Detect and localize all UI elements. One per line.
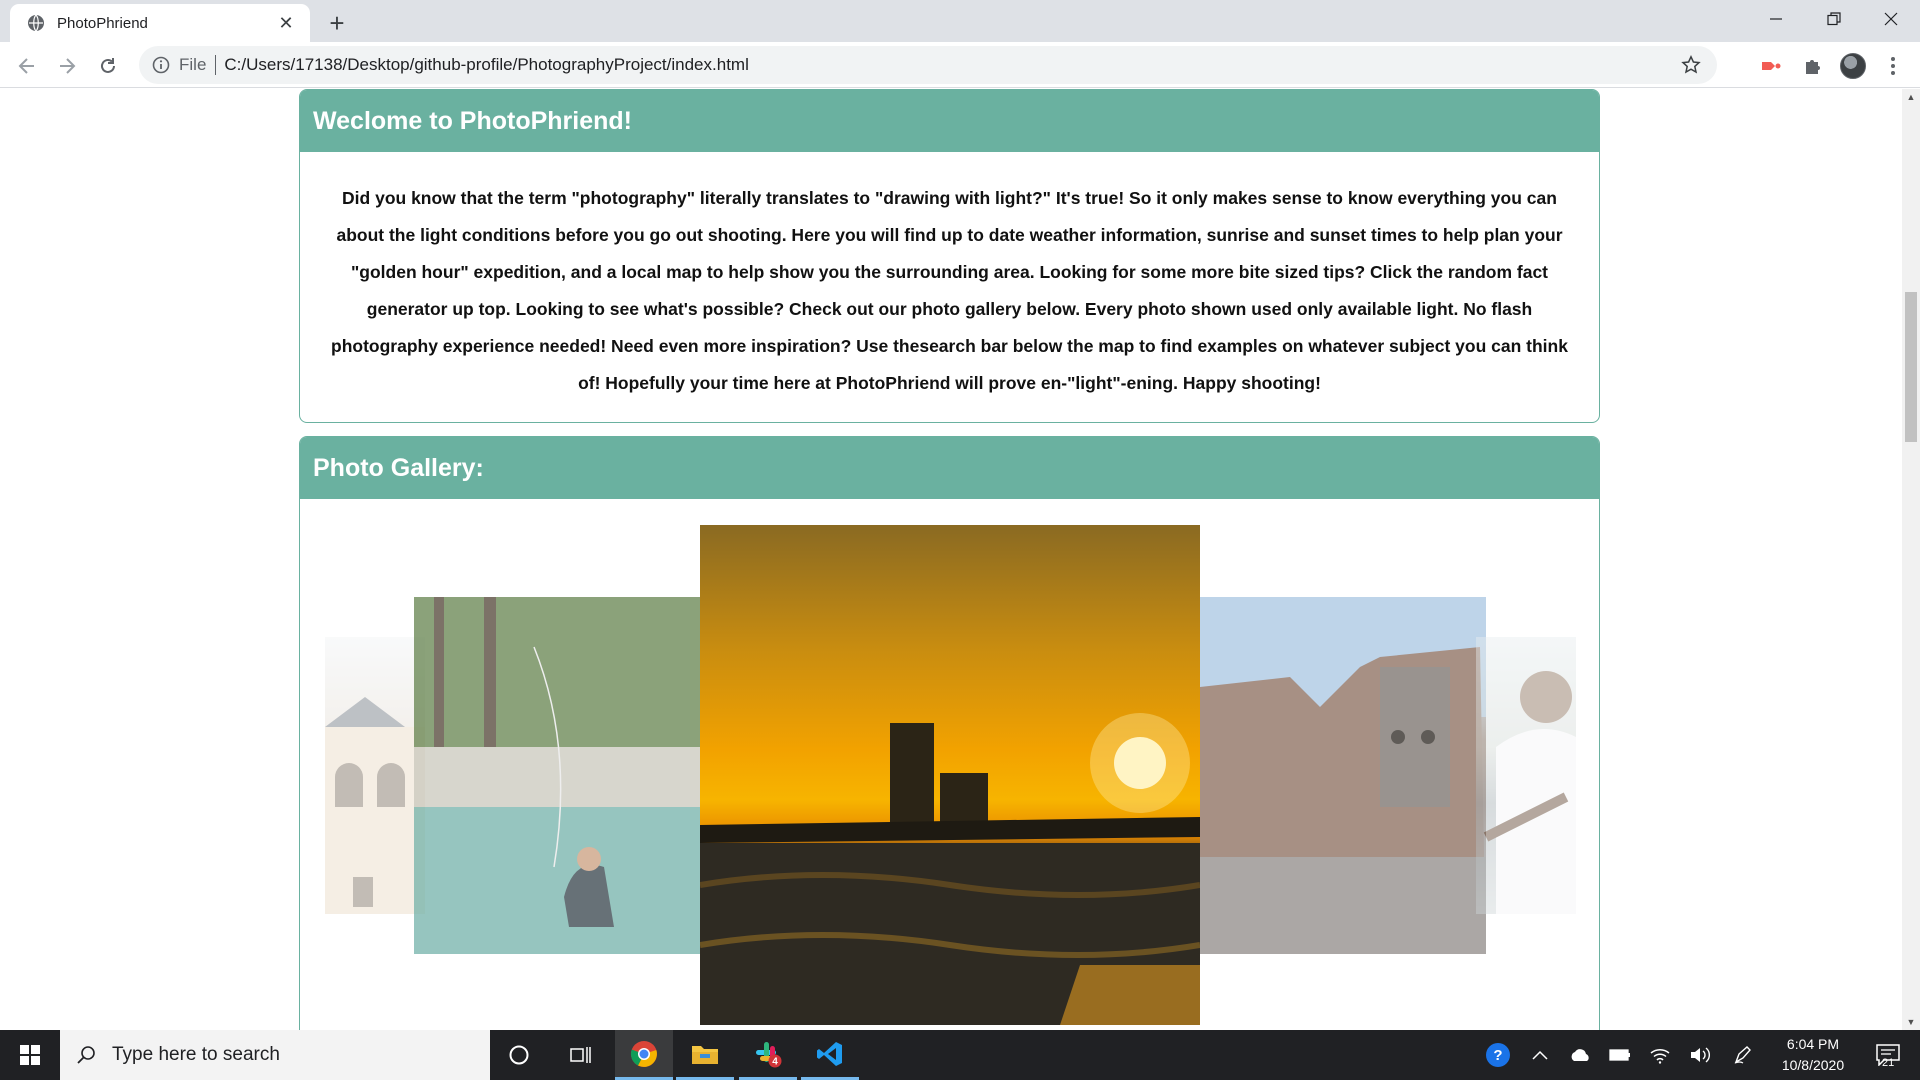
taskbar-slack[interactable]: 4 (739, 1030, 797, 1080)
welcome-title: Weclome to PhotoPhriend! (313, 106, 632, 135)
bookmark-star-icon[interactable] (1679, 53, 1703, 77)
arrow-left-icon (18, 58, 34, 74)
restore-icon (1827, 12, 1841, 26)
close-window-button[interactable] (1862, 0, 1920, 38)
divider (215, 55, 217, 75)
gallery-photo-guitarist[interactable] (1476, 637, 1576, 914)
cortana-circle-icon (509, 1045, 529, 1065)
slack-icon: 4 (756, 1041, 782, 1067)
vscode-icon (817, 1041, 842, 1066)
new-tab-button[interactable]: + (322, 8, 352, 38)
cortana-button[interactable] (490, 1030, 548, 1080)
folder-icon (692, 1045, 718, 1064)
gallery-header: Photo Gallery: (300, 437, 1599, 499)
arrow-right-icon (60, 58, 76, 74)
gallery-photo-fly-fishing[interactable] (414, 597, 700, 954)
browser-tab[interactable]: PhotoPhriend ✕ (10, 4, 310, 42)
taskbar-chrome[interactable] (615, 1030, 673, 1080)
scheme-label: File (179, 55, 207, 74)
notification-count: 21 (1882, 1057, 1895, 1069)
show-hidden-icons-chevron-icon[interactable] (1522, 1030, 1558, 1080)
profile-avatar[interactable] (1840, 53, 1866, 79)
slack-badge: 4 (772, 1056, 778, 1067)
restore-window-button[interactable] (1805, 0, 1863, 38)
photo-carousel[interactable] (300, 499, 1599, 1025)
photo-gallery-card: Photo Gallery: (299, 436, 1600, 1030)
action-center-button[interactable] (1864, 1030, 1912, 1080)
wifi-icon[interactable] (1642, 1030, 1678, 1080)
taskbar-file-explorer[interactable] (676, 1030, 734, 1080)
kebab-menu-icon[interactable] (1880, 53, 1906, 79)
search-icon (74, 1043, 98, 1067)
windows-taskbar: Type here to search 4 ? 6:04 PM 10/8/202… (0, 1030, 1920, 1080)
back-button[interactable] (10, 49, 44, 83)
volume-icon[interactable] (1682, 1030, 1718, 1080)
gallery-photo-building[interactable] (325, 637, 425, 914)
extension-icon[interactable] (1758, 53, 1784, 79)
browser-tab-strip: PhotoPhriend ✕ + (0, 0, 1920, 42)
gallery-photo-sunset[interactable] (700, 525, 1200, 1025)
scrollbar-thumb[interactable] (1905, 292, 1917, 442)
taskbar-clock[interactable]: 6:04 PM 10/8/2020 (1768, 1034, 1858, 1076)
page-viewport: Weclome to PhotoPhriend! Did you know th… (0, 89, 1902, 1030)
clock-time: 6:04 PM (1786, 1036, 1840, 1052)
page-scrollbar[interactable]: ▲ ▼ (1902, 89, 1920, 1030)
battery-icon[interactable] (1602, 1030, 1638, 1080)
welcome-card: Weclome to PhotoPhriend! Did you know th… (299, 89, 1600, 423)
welcome-header: Weclome to PhotoPhriend! (300, 90, 1599, 152)
minimize-window-button[interactable] (1747, 0, 1805, 38)
close-icon (1884, 12, 1898, 26)
windows-start-button[interactable] (0, 1030, 60, 1080)
help-tray-icon[interactable]: ? (1480, 1030, 1516, 1080)
minimize-icon (1770, 18, 1782, 20)
scroll-down-icon[interactable]: ▼ (1902, 1014, 1920, 1030)
taskbar-search[interactable]: Type here to search (60, 1030, 490, 1080)
onedrive-cloud-icon[interactable] (1562, 1030, 1598, 1080)
welcome-body: Did you know that the term "photography"… (331, 188, 1568, 393)
task-view-icon (570, 1047, 591, 1063)
scroll-up-icon[interactable]: ▲ (1902, 89, 1920, 105)
globe-icon (28, 14, 44, 32)
task-view-button[interactable] (552, 1030, 610, 1080)
tab-title: PhotoPhriend (57, 14, 148, 32)
browser-toolbar: File C:/Users/17138/Desktop/github-profi… (0, 42, 1920, 88)
puzzle-icon[interactable] (1799, 53, 1825, 79)
close-tab-icon[interactable]: ✕ (274, 11, 298, 35)
reload-icon (101, 58, 115, 73)
clock-date: 10/8/2020 (1781, 1057, 1845, 1073)
svg-text:?: ? (1493, 1047, 1502, 1064)
gallery-photo-ruins[interactable] (1200, 597, 1486, 954)
reload-button[interactable] (91, 49, 125, 83)
address-bar[interactable]: File C:/Users/17138/Desktop/github-profi… (139, 46, 1717, 84)
chrome-icon (630, 1040, 657, 1067)
gallery-title: Photo Gallery: (313, 453, 484, 482)
info-icon[interactable] (151, 55, 171, 75)
pen-workspace-icon[interactable] (1726, 1030, 1762, 1080)
url-text[interactable]: C:/Users/17138/Desktop/github-profile/Ph… (224, 55, 1679, 75)
taskbar-vscode[interactable] (801, 1030, 859, 1080)
forward-button[interactable] (50, 49, 84, 83)
windows-logo-icon (20, 1045, 40, 1065)
search-placeholder: Type here to search (112, 1044, 280, 1065)
